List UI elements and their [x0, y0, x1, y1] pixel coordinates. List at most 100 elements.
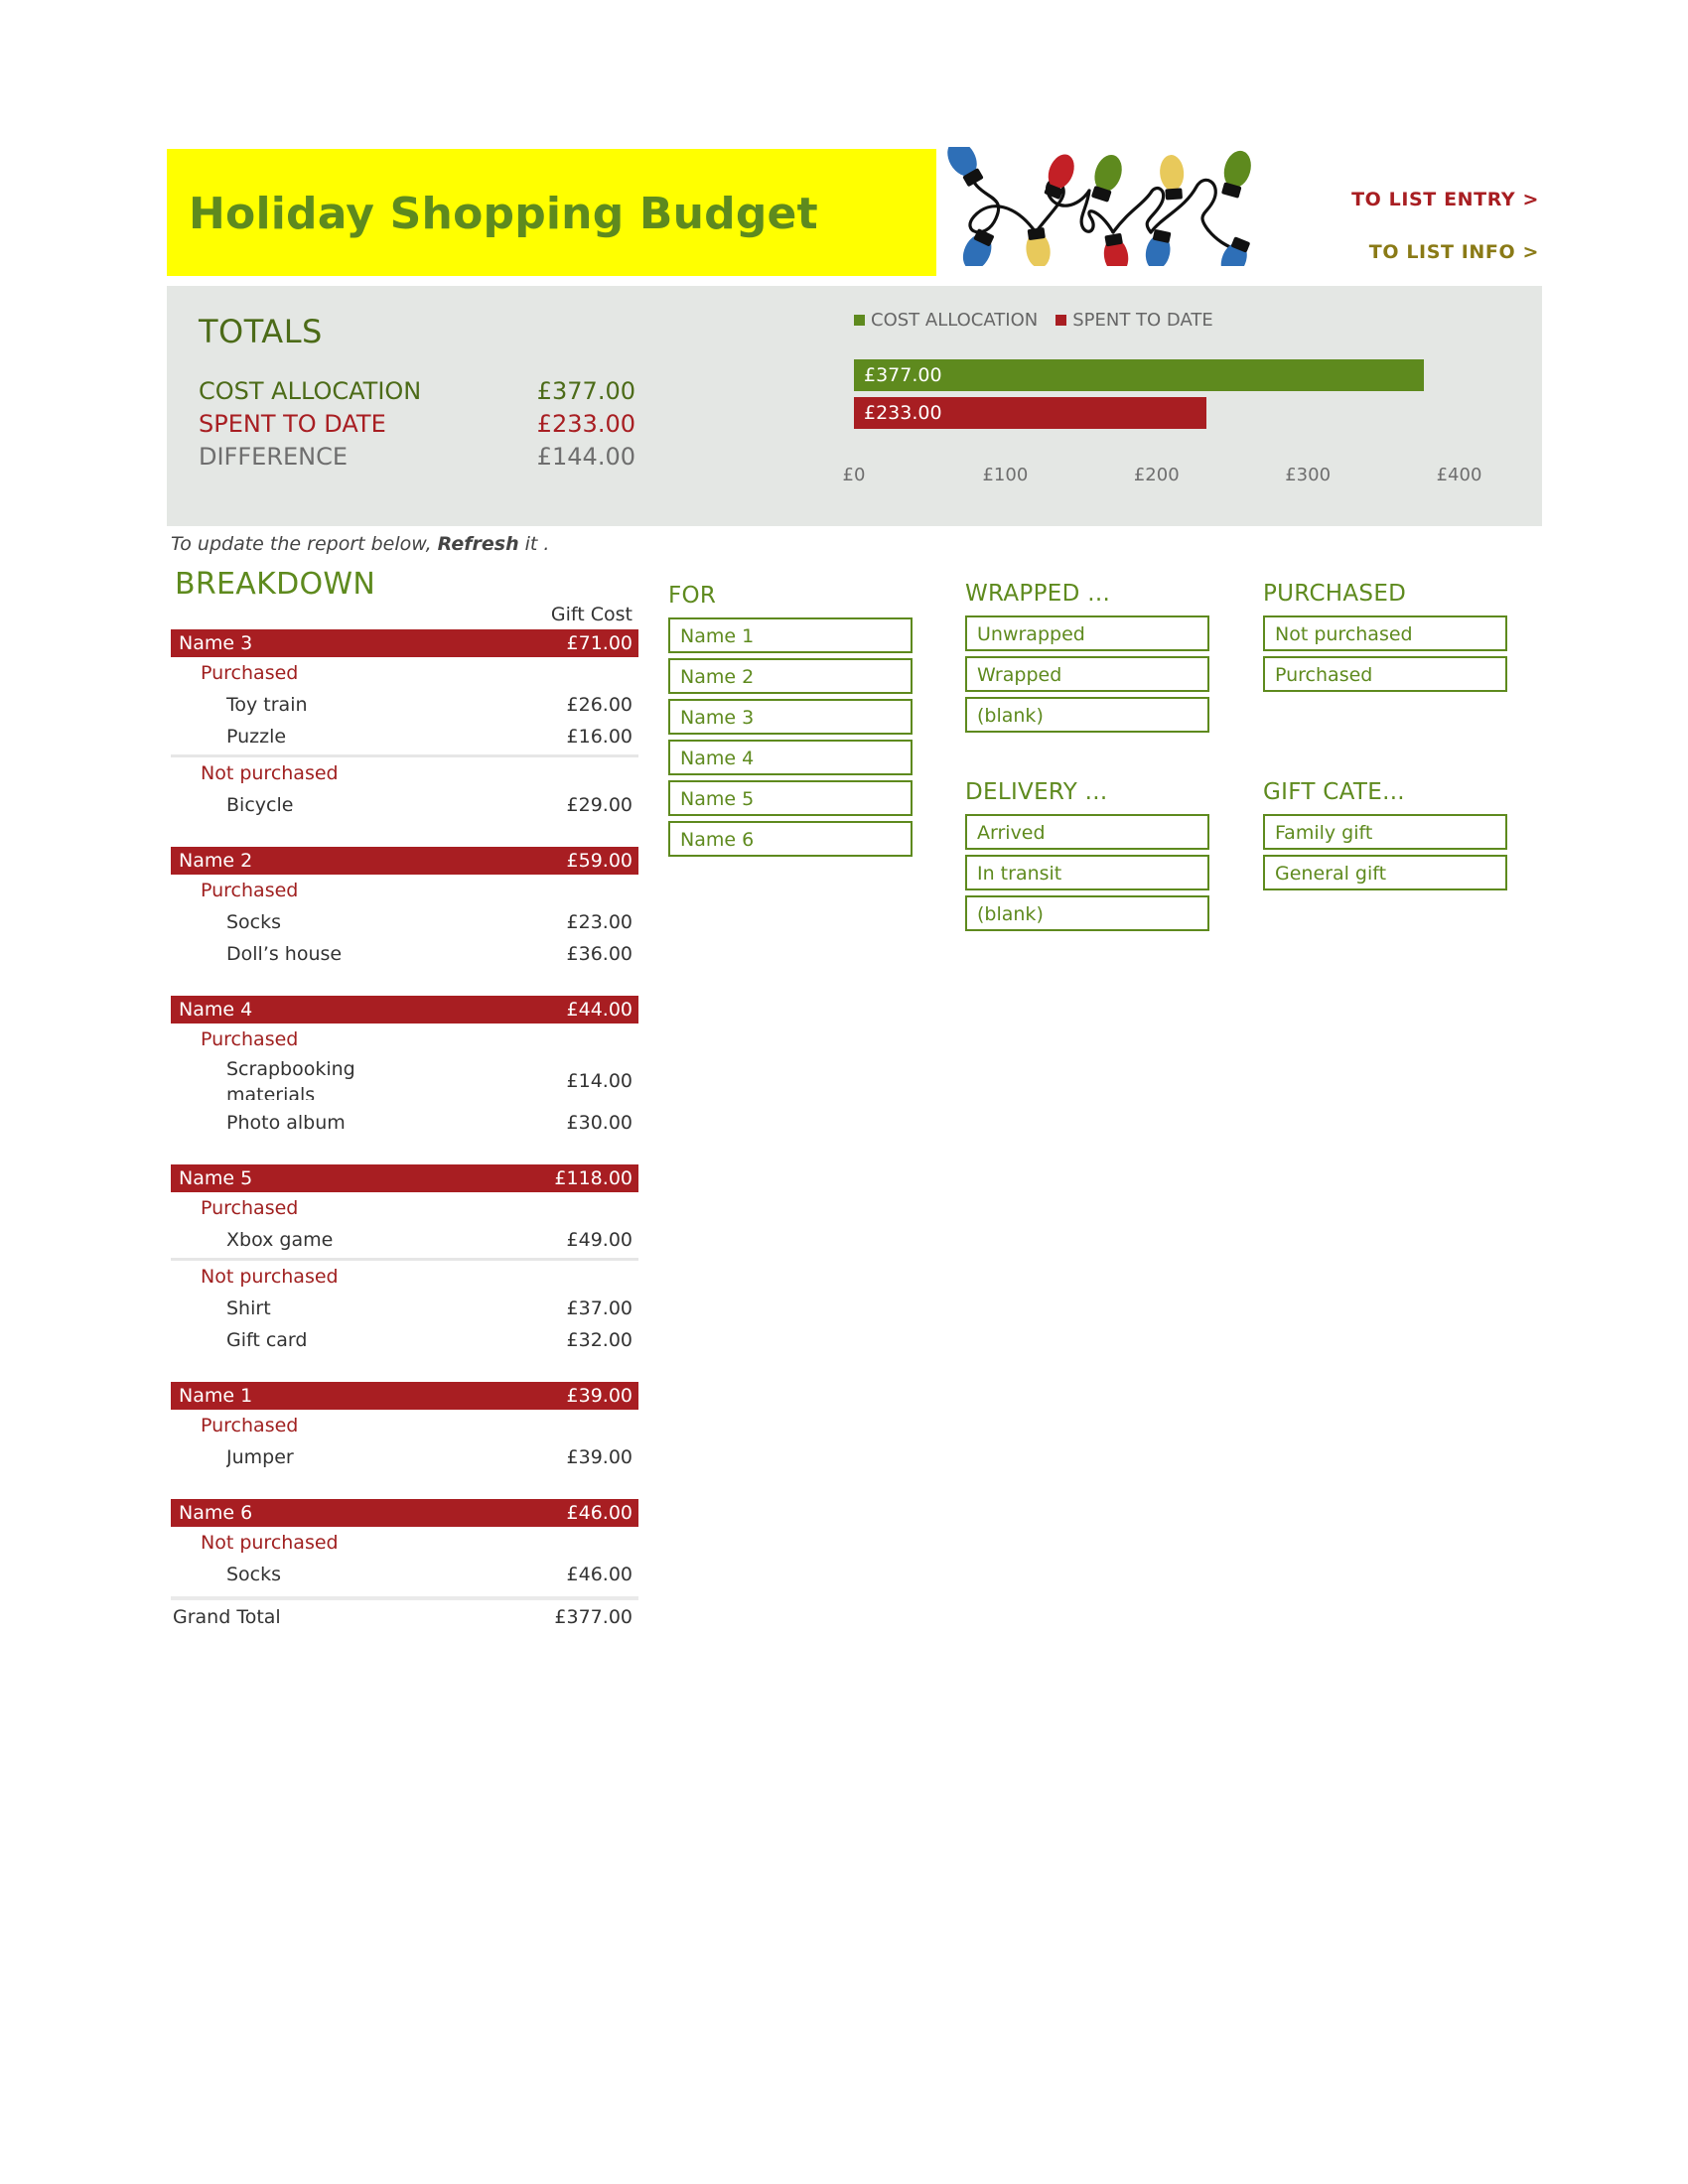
breakdown-person-block: Name 3 £71.00 Purchased Toy train £26.00 Puzz…	[171, 629, 638, 821]
slicer-item-wrapped[interactable]: Wrapped	[965, 656, 1209, 692]
header-links: TO LIST ENTRY > TO LIST INFO >	[1311, 189, 1539, 294]
person-name: Name 4	[179, 999, 253, 1021]
slicer-item-purchased[interactable]: Purchased	[1263, 656, 1507, 692]
slicer-gift-category: GIFT CATE... Family gift General gift	[1263, 779, 1507, 895]
breakdown-person-block: Name 5 £118.00 Purchased Xbox game £49.00 Not…	[171, 1164, 638, 1356]
gift-name: Socks	[226, 1564, 282, 1585]
person-total: £71.00	[566, 632, 633, 654]
gift-row: Shirt £37.00	[171, 1293, 638, 1324]
gift-name: Gift card	[226, 1329, 308, 1351]
to-list-entry-link[interactable]: TO LIST ENTRY >	[1311, 189, 1539, 210]
totals-value-spent-to-date: £233.00	[536, 410, 635, 438]
page-header: Holiday Shopping Budget TO LIST ENTRY > …	[0, 0, 1688, 298]
gift-amount: £14.00	[566, 1070, 633, 1092]
totals-value-cost-allocation: £377.00	[536, 377, 635, 405]
legend-swatch-icon	[1055, 315, 1067, 326]
slicer-item-blank[interactable]: (blank)	[965, 895, 1209, 931]
slicer-item-arrived[interactable]: Arrived	[965, 814, 1209, 850]
slicer-item-blank[interactable]: (blank)	[965, 697, 1209, 733]
refresh-note-prefix: To update the report below,	[171, 533, 438, 555]
totals-label-difference: DIFFERENCE	[199, 443, 349, 471]
gift-amount: £32.00	[566, 1329, 633, 1351]
totals-row-difference: DIFFERENCE £144.00	[199, 441, 635, 474]
chart-legend: COST ALLOCATION SPENT TO DATE	[854, 310, 1213, 331]
slicer-items-delivery: Arrived In transit (blank)	[965, 814, 1209, 931]
gift-row: Xbox game £49.00	[171, 1224, 638, 1256]
totals-row-cost-allocation: COST ALLOCATION £377.00	[199, 375, 635, 408]
legend-label-spent-to-date: SPENT TO DATE	[1072, 310, 1213, 331]
breakdown-person-block: Name 2 £59.00 Purchased Socks £23.00 Doll’s h…	[171, 847, 638, 970]
slicer-item-name-3[interactable]: Name 3	[668, 699, 913, 735]
gift-amount: £37.00	[566, 1297, 633, 1319]
purchase-status-label: Purchased	[201, 1415, 299, 1436]
person-name: Name 6	[179, 1502, 253, 1524]
refresh-note: To update the report below, Refresh it .	[171, 533, 549, 555]
gift-amount: £30.00	[566, 1112, 633, 1134]
breakdown-body: Name 3 £71.00 Purchased Toy train £26.00 Puzz…	[171, 629, 638, 1590]
slicer-item-name-1[interactable]: Name 1	[668, 617, 913, 653]
refresh-keyword: Refresh	[437, 533, 519, 555]
purchase-status-label: Purchased	[201, 662, 299, 684]
slicer-item-name-2[interactable]: Name 2	[668, 658, 913, 694]
to-list-info-link[interactable]: TO LIST INFO >	[1311, 241, 1539, 263]
slicer-title-purchased: PURCHASED	[1263, 581, 1407, 607]
gift-name: Bicycle	[226, 794, 294, 816]
gift-row: Socks £46.00	[171, 1559, 638, 1590]
slicer-wrapped: WRAPPED ... Unwrapped Wrapped (blank)	[965, 581, 1209, 738]
breakdown-table: Gift Cost Name 3 £71.00 Purchased Toy train…	[171, 604, 638, 1634]
slicer-item-name-6[interactable]: Name 6	[668, 821, 913, 857]
slicer-title-wrapped: WRAPPED ...	[965, 581, 1111, 607]
gift-amount: £23.00	[566, 911, 633, 933]
purchase-status-label: Not purchased	[201, 762, 339, 784]
breakdown-person-block: Name 1 £39.00 Purchased Jumper £39.00	[171, 1382, 638, 1473]
gift-row: Toy train £26.00	[171, 689, 638, 721]
person-header-row: Name 5 £118.00	[171, 1164, 638, 1192]
breakdown-heading: BREAKDOWN	[175, 567, 376, 602]
gift-name: Doll’s house	[226, 943, 343, 965]
totals-label-cost-allocation: COST ALLOCATION	[199, 377, 422, 405]
gift-amount: £26.00	[566, 694, 633, 716]
gift-name: Puzzle	[226, 726, 287, 748]
totals-row-spent-to-date: SPENT TO DATE £233.00	[199, 408, 635, 441]
person-header-row: Name 3 £71.00	[171, 629, 638, 657]
legend-item-cost-allocation: COST ALLOCATION	[854, 310, 1038, 331]
person-total: £59.00	[566, 850, 633, 872]
slicer-item-name-4[interactable]: Name 4	[668, 740, 913, 775]
totals-panel: TOTALS COST ALLOCATION £377.00 SPENT TO …	[167, 286, 1542, 526]
slicer-purchased: PURCHASED Not purchased Purchased	[1263, 581, 1507, 697]
slicer-item-in-transit[interactable]: In transit	[965, 855, 1209, 890]
axis-tick-label: £0	[842, 465, 866, 485]
slicer-title-delivery: DELIVERY ...	[965, 779, 1108, 805]
slicer-item-not-purchased[interactable]: Not purchased	[1263, 615, 1507, 651]
gift-amount: £39.00	[566, 1446, 633, 1468]
slicer-item-general-gift[interactable]: General gift	[1263, 855, 1507, 890]
slicer-title-gift-category: GIFT CATE...	[1263, 779, 1405, 805]
gift-row: Jumper £39.00	[171, 1441, 638, 1473]
slicer-item-unwrapped[interactable]: Unwrapped	[965, 615, 1209, 651]
grand-total-label: Grand Total	[173, 1606, 281, 1628]
person-header-row: Name 6 £46.00	[171, 1499, 638, 1527]
gift-amount: £49.00	[566, 1229, 633, 1251]
purchase-status-label: Purchased	[201, 1197, 299, 1219]
gift-name: Shirt	[226, 1297, 271, 1319]
slicer-item-name-5[interactable]: Name 5	[668, 780, 913, 816]
slicer-items-purchased: Not purchased Purchased	[1263, 615, 1507, 692]
totals-bar-chart: COST ALLOCATION SPENT TO DATE £377.00 £2…	[693, 286, 1542, 526]
person-total: £118.00	[554, 1167, 633, 1189]
breakdown-person-block: Name 6 £46.00 Not purchased Socks £46.00	[171, 1499, 638, 1590]
legend-item-spent-to-date: SPENT TO DATE	[1055, 310, 1213, 331]
gift-row: Gift card £32.00	[171, 1324, 638, 1356]
gift-amount: £29.00	[566, 794, 633, 816]
person-total: £39.00	[566, 1385, 633, 1407]
slicer-item-family-gift[interactable]: Family gift	[1263, 814, 1507, 850]
gift-row: Bicycle £29.00	[171, 789, 638, 821]
legend-label-cost-allocation: COST ALLOCATION	[871, 310, 1039, 331]
breakdown-person-block: Name 4 £44.00 Purchased Scrapbooking materi…	[171, 996, 638, 1139]
gift-name: Jumper	[226, 1446, 294, 1468]
refresh-note-suffix: it .	[518, 533, 550, 555]
totals-heading: TOTALS	[199, 313, 323, 350]
gift-amount: £46.00	[566, 1564, 633, 1585]
